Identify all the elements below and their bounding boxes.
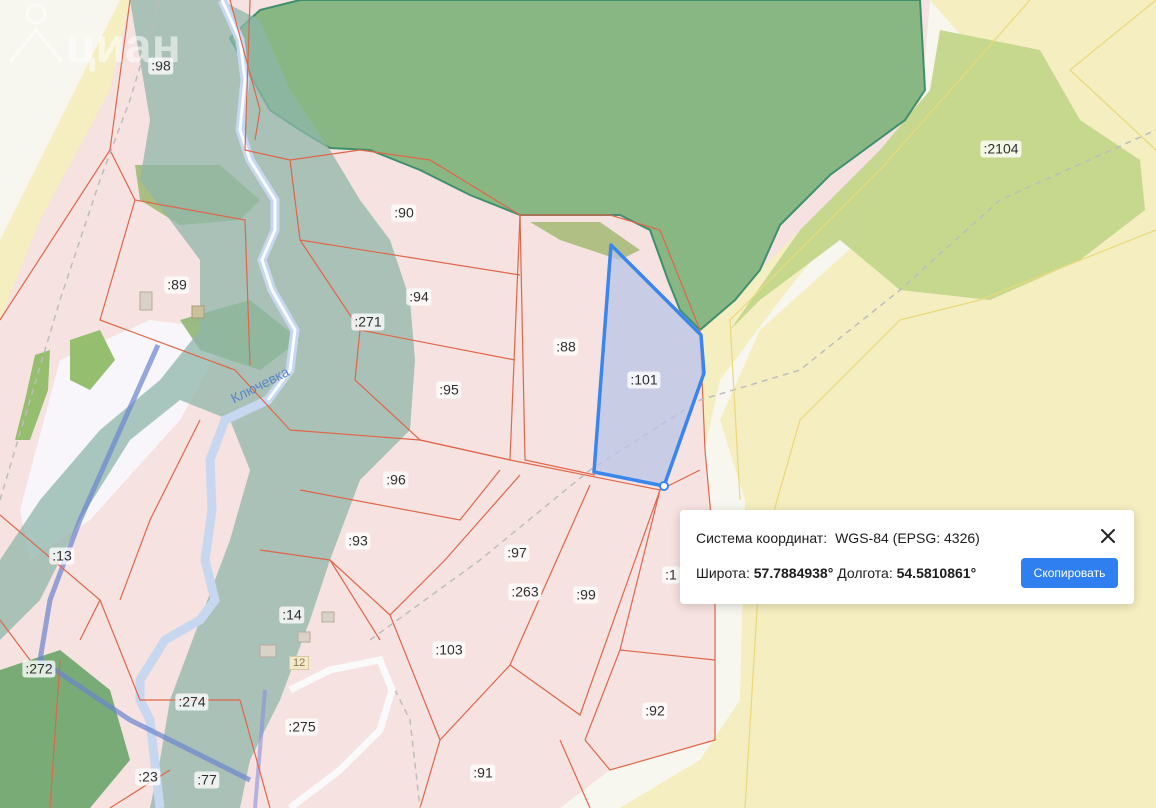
plot-label-275[interactable]: :275	[285, 718, 319, 736]
plot-label-263[interactable]: :263	[508, 583, 542, 601]
plot-label-97[interactable]: :97	[504, 544, 530, 562]
plot-label-272[interactable]: :272	[22, 660, 56, 678]
crs-row: Система координат: WGS-84 (EPSG: 4326)	[696, 530, 980, 546]
plot-label-101[interactable]: :101	[627, 371, 661, 389]
crs-label: Система координат:	[696, 530, 828, 546]
building	[297, 631, 311, 643]
plot-label-95[interactable]: :95	[436, 381, 462, 399]
plot-label-92[interactable]: :92	[642, 702, 668, 720]
plot-label-90[interactable]: :90	[391, 204, 417, 222]
coordinates-popup: Система координат: WGS-84 (EPSG: 4326) Ши…	[680, 510, 1134, 604]
plot-label-88[interactable]: :88	[553, 338, 579, 356]
plot-label-274[interactable]: :274	[175, 693, 209, 711]
plot-label-96[interactable]: :96	[383, 471, 409, 489]
plot-label-271[interactable]: :271	[351, 313, 385, 331]
building	[321, 611, 335, 623]
plot-label-2104[interactable]: :2104	[980, 140, 1022, 158]
map-layers	[0, 0, 1156, 808]
plot-label-99[interactable]: :99	[573, 586, 599, 604]
cian-watermark: циан	[8, 3, 181, 73]
building	[259, 644, 277, 658]
crs-value: WGS-84 (EPSG: 4326)	[835, 530, 980, 546]
building	[191, 305, 205, 319]
latitude-label: Широта:	[696, 565, 750, 581]
plot-label-93[interactable]: :93	[345, 532, 371, 550]
plot-label-91[interactable]: :91	[470, 764, 496, 782]
plot-label-89[interactable]: :89	[164, 276, 190, 294]
plot-label-94[interactable]: :94	[406, 288, 432, 306]
longitude-value: 54.5810861°	[896, 565, 977, 581]
plot-label-1x[interactable]: :1	[662, 566, 680, 584]
plot-label-103[interactable]: :103	[432, 641, 466, 659]
watermark-text: циан	[66, 20, 181, 73]
coords-row: Широта: 57.7884938° Долгота: 54.5810861°	[696, 565, 976, 581]
map-canvas[interactable]: Ключевка 12 :98 :89 :90 :94 :271 :95 :88…	[0, 0, 1156, 808]
building	[139, 291, 153, 311]
close-icon[interactable]	[1098, 526, 1118, 546]
longitude-label: Долгота:	[837, 565, 893, 581]
plot-label-77[interactable]: :77	[194, 771, 220, 789]
plot-label-23[interactable]: :23	[135, 768, 161, 786]
copy-button[interactable]: Скопировать	[1021, 558, 1118, 588]
plot-label-14[interactable]: :14	[279, 606, 305, 624]
house-number: 12	[289, 656, 310, 670]
latitude-value: 57.7884938°	[753, 565, 834, 581]
selected-point-marker	[659, 481, 669, 491]
plot-label-13[interactable]: :13	[49, 547, 75, 565]
